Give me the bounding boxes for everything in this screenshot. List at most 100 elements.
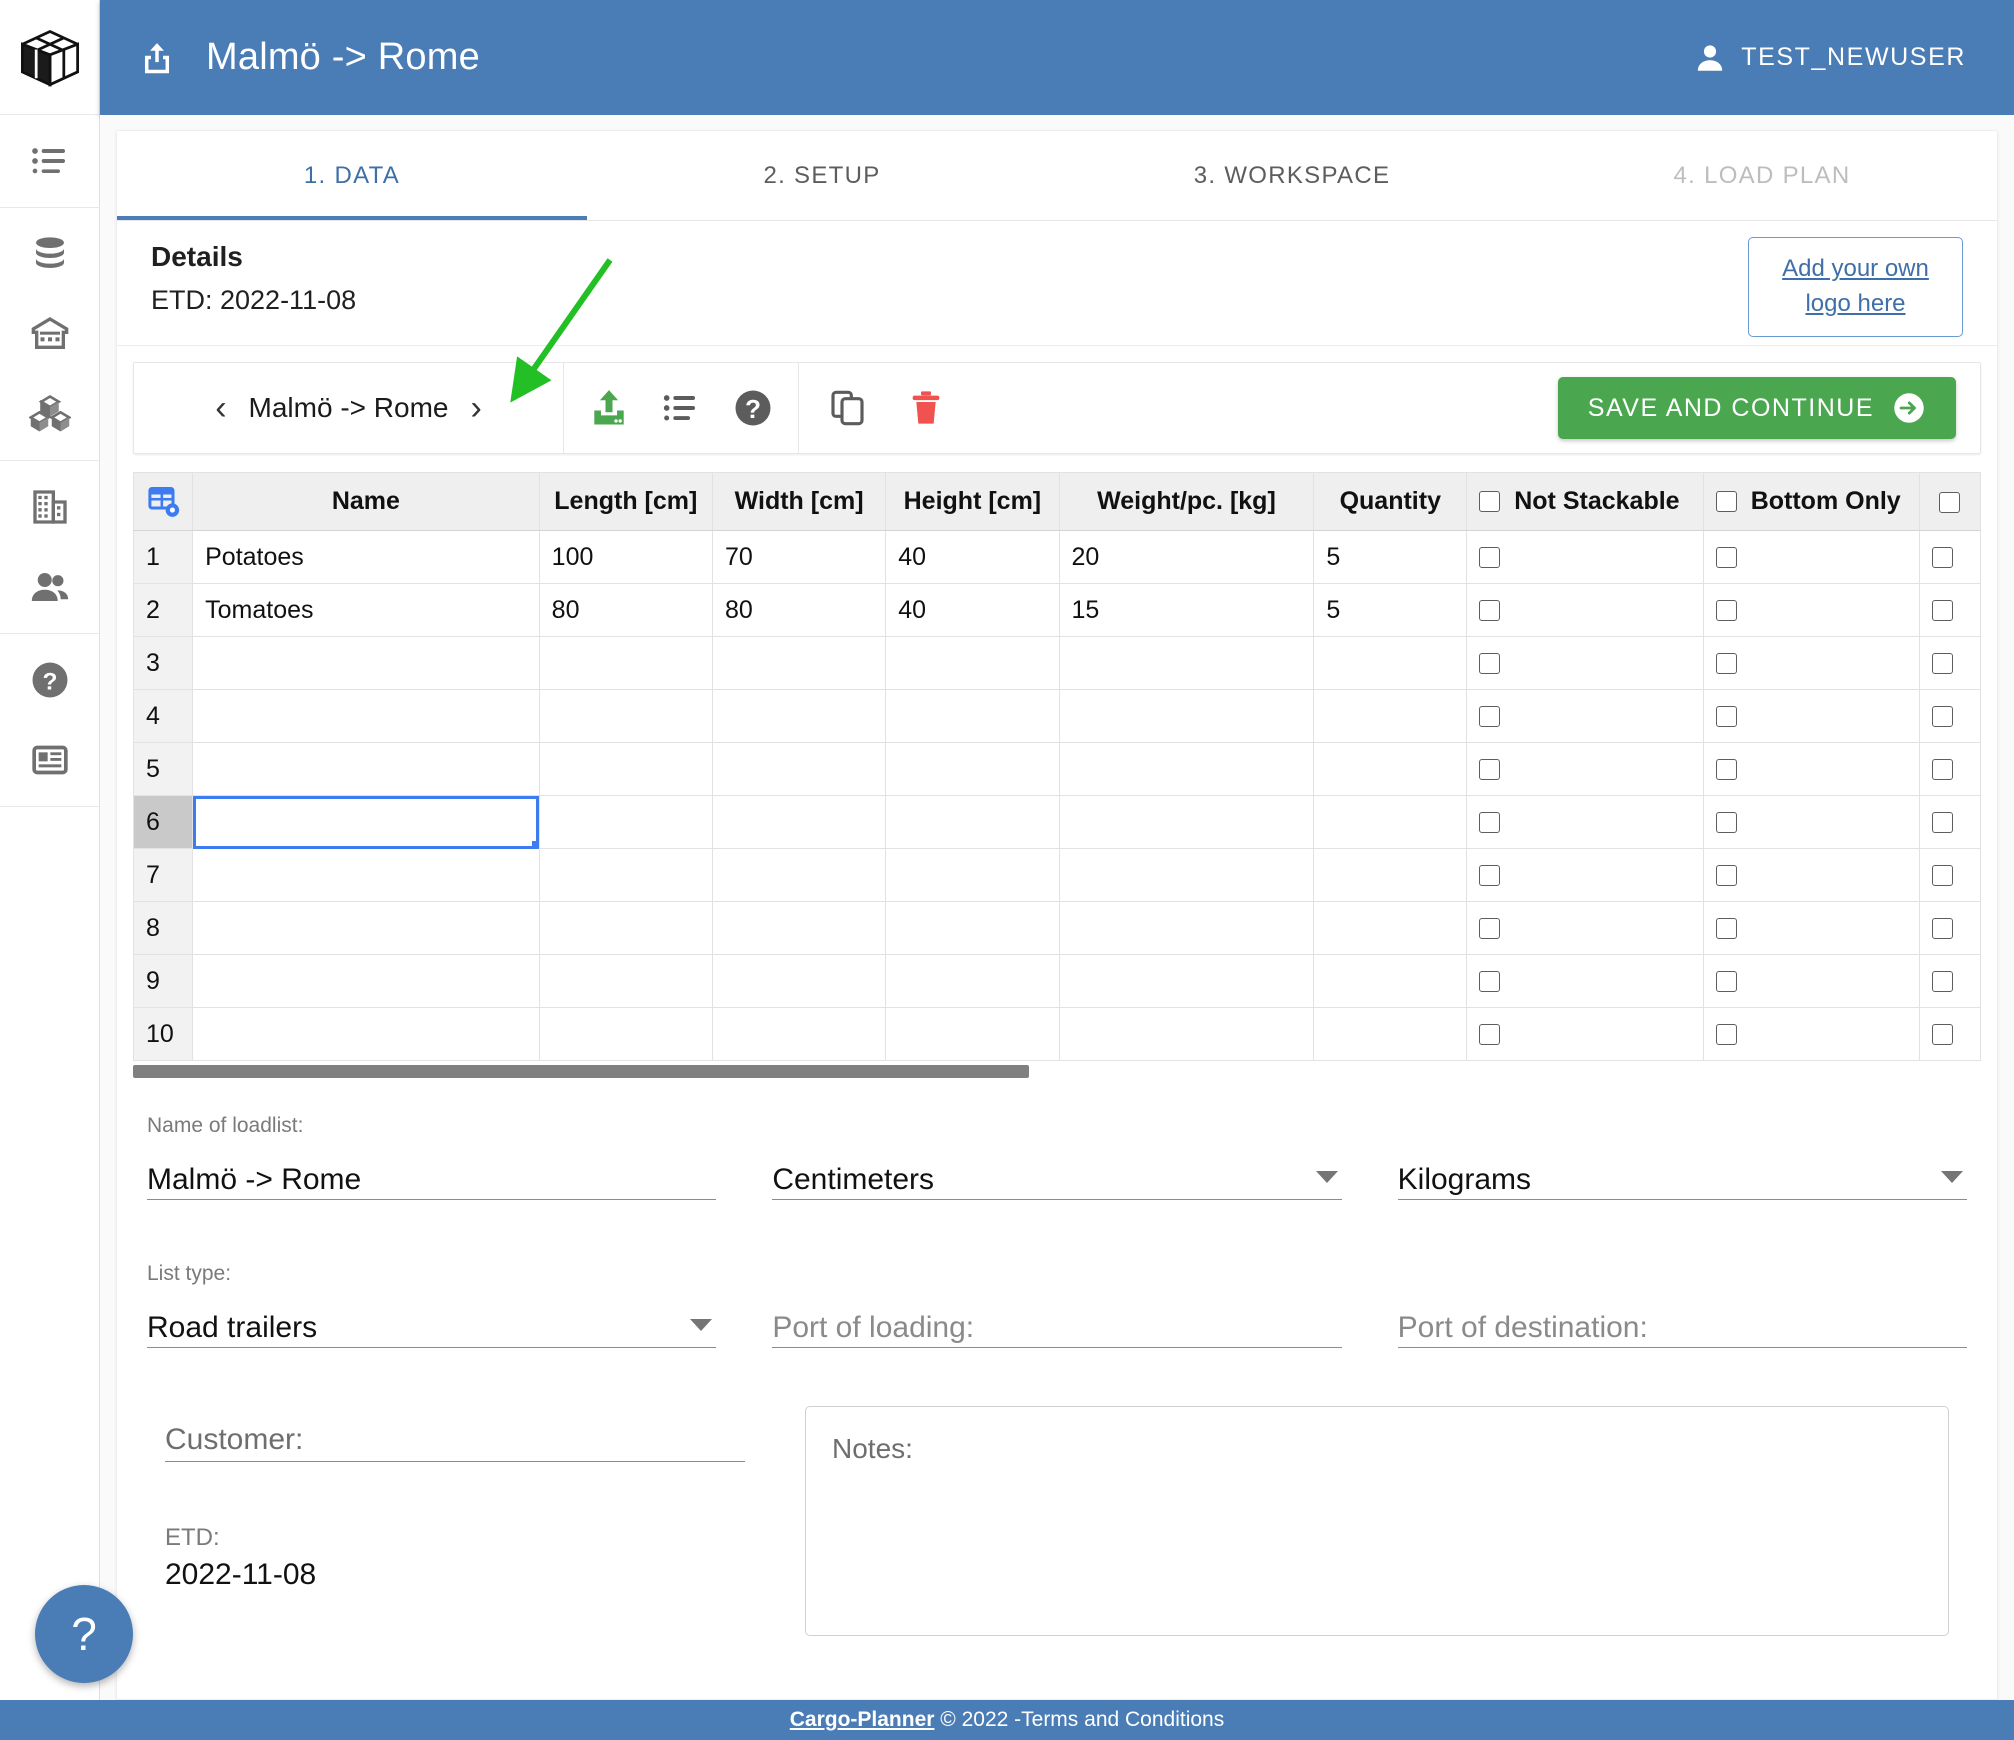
cell-length[interactable] [538,848,713,902]
cell-height[interactable] [885,901,1060,955]
row-number-cell[interactable]: 8 [132,901,194,955]
sidebar-item-help[interactable]: ? [0,640,100,720]
cell-quantity[interactable]: 5 [1313,583,1468,637]
row-number-cell[interactable]: 10 [132,1007,194,1061]
cell-height[interactable] [885,954,1060,1008]
cell-not-stackable[interactable] [1466,795,1704,849]
bottom-only-header-checkbox[interactable] [1715,491,1737,512]
cell-height[interactable] [885,848,1060,902]
cell-quantity[interactable] [1313,689,1468,743]
row-checkbox[interactable] [1715,706,1737,728]
table-row[interactable]: 1 Potatoes 100 70 40 20 5 [132,530,1982,584]
row-checkbox[interactable] [1931,1024,1953,1046]
footer-rest[interactable]: © 2022 -Terms and Conditions [934,1708,1224,1731]
help-floating-button[interactable]: ? [35,1585,133,1683]
cell-height[interactable] [885,742,1060,796]
table-row[interactable]: 3 [132,636,1982,690]
sidebar-item-loadlists[interactable] [0,121,100,201]
cell-not-stackable[interactable] [1466,530,1704,584]
cell-width[interactable] [711,901,887,955]
cell-extra[interactable] [1918,848,1982,902]
sidebar-item-packaging[interactable] [0,374,100,454]
cell-weight[interactable] [1058,636,1315,690]
cell-bottom-only[interactable] [1702,583,1920,637]
add-logo-button[interactable]: Add your own logo here [1748,237,1963,337]
cell-name[interactable] [192,636,540,690]
row-checkbox[interactable] [1931,759,1953,781]
row-number-cell[interactable]: 9 [132,954,194,1008]
row-checkbox[interactable] [1715,653,1737,675]
cell-bottom-only[interactable] [1702,901,1920,955]
cell-width[interactable] [711,636,887,690]
not-stackable-header-checkbox[interactable] [1479,491,1501,512]
cell-weight[interactable] [1058,689,1315,743]
row-checkbox[interactable] [1931,547,1953,569]
cell-width[interactable] [711,848,887,902]
cell-name[interactable] [192,901,540,955]
cell-height[interactable] [885,689,1060,743]
app-logo[interactable] [0,0,100,115]
column-header-height[interactable]: Height [cm] [885,472,1060,531]
cell-length[interactable] [538,1007,713,1061]
cell-not-stackable[interactable] [1466,901,1704,955]
cell-weight[interactable] [1058,848,1315,902]
row-checkbox[interactable] [1931,865,1953,887]
cell-length[interactable] [538,689,713,743]
extra-header-checkbox[interactable] [1939,491,1961,513]
cell-not-stackable[interactable] [1466,689,1704,743]
chevron-down-icon[interactable] [1315,1171,1338,1183]
row-checkbox[interactable] [1479,812,1501,834]
cell-weight[interactable] [1058,795,1315,849]
cell-quantity[interactable] [1313,901,1468,955]
row-checkbox[interactable] [1931,600,1953,622]
row-number-cell[interactable]: 7 [132,848,194,902]
cell-bottom-only[interactable] [1702,1007,1920,1061]
cell-name[interactable] [192,742,540,796]
cell-name[interactable]: Tomatoes [192,583,540,637]
row-number-cell[interactable]: 2 [132,583,194,637]
cell-extra[interactable] [1918,1007,1982,1061]
cell-quantity[interactable] [1313,954,1468,1008]
cell-length[interactable] [538,636,713,690]
row-checkbox[interactable] [1715,1024,1737,1046]
cell-extra[interactable] [1918,901,1982,955]
cell-width[interactable] [711,689,887,743]
row-number-cell[interactable]: 6 [132,795,194,849]
cell-not-stackable[interactable] [1466,1007,1704,1061]
column-header-extra[interactable] [1918,472,1982,531]
cell-quantity[interactable] [1313,742,1468,796]
cell-extra[interactable] [1918,742,1982,796]
cell-name[interactable] [192,1007,540,1061]
next-loadlist-button[interactable]: › [448,391,503,425]
cell-length[interactable] [538,742,713,796]
cell-height[interactable] [885,636,1060,690]
cell-not-stackable[interactable] [1466,954,1704,1008]
cell-height[interactable]: 40 [885,530,1060,584]
row-checkbox[interactable] [1931,706,1953,728]
row-number-cell[interactable]: 5 [132,742,194,796]
name-of-loadlist-input[interactable]: Malmö -> Rome [147,1146,717,1200]
cell-not-stackable[interactable] [1466,583,1704,637]
column-header-weight[interactable]: Weight/pc. [kg] [1058,472,1315,531]
row-checkbox[interactable] [1479,918,1501,940]
sidebar-item-users[interactable] [0,547,100,627]
cell-bottom-only[interactable] [1702,636,1920,690]
prev-loadlist-button[interactable]: ‹ [193,391,248,425]
row-checkbox[interactable] [1479,971,1501,993]
sidebar-item-news[interactable] [0,720,100,800]
table-row[interactable]: 7 [132,848,1982,902]
cell-quantity[interactable] [1313,848,1468,902]
row-checkbox[interactable] [1479,600,1501,622]
row-number-cell[interactable]: 1 [132,530,194,584]
etd-value[interactable]: 2022-11-08 [165,1558,745,1592]
table-row[interactable]: 2 Tomatoes 80 80 40 15 5 [132,583,1982,637]
column-header-length[interactable]: Length [cm] [538,472,713,531]
cell-name[interactable]: Potatoes [192,530,540,584]
cell-length[interactable] [538,954,713,1008]
cell-name[interactable] [192,954,540,1008]
row-checkbox[interactable] [1715,918,1737,940]
column-header-bottom-only[interactable]: Bottom Only [1702,472,1920,531]
help-circle-icon[interactable]: ? [732,387,774,429]
user-menu[interactable]: TEST_NEWUSER [1693,41,2014,75]
cell-extra[interactable] [1918,954,1982,1008]
